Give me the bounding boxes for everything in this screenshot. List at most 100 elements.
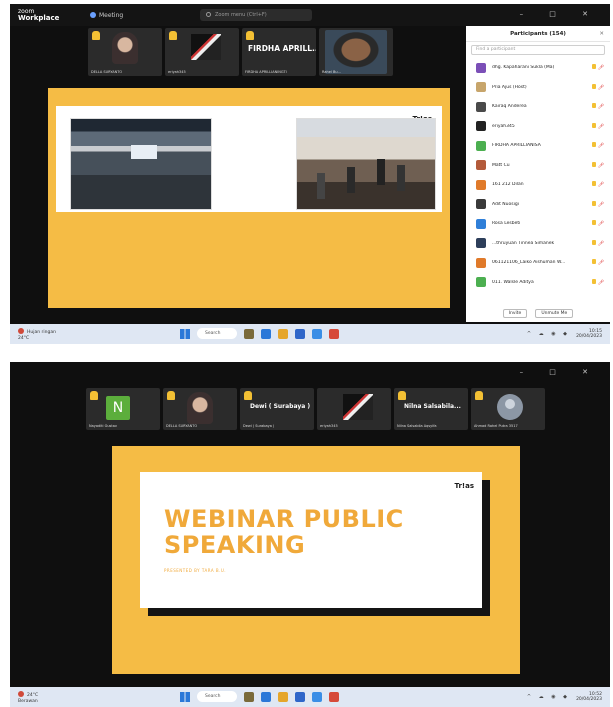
participant-name: Pria Ajus (Host) [492,84,527,90]
participant-avatar [476,277,486,288]
video-tile[interactable]: DELLA SURYANTO [163,388,237,430]
folder-icon[interactable] [278,328,288,339]
raised-hand-icon [591,278,596,284]
participant-avatar [476,218,486,229]
video-tile[interactable]: DELLA SURYANTO [88,28,162,76]
video-tile[interactable]: Nilna Salsabila... Nilna Salsabila Aqsyi… [394,388,468,430]
participant-name: Kairaq Anderea [492,104,527,110]
trias-logo: Tr!as [454,482,474,490]
clock[interactable]: 10:15 20/04/2023 [576,329,602,339]
weather-text: Hujan ringan [27,330,56,335]
participant-status-icons: 🎤︎ [591,278,604,286]
participant-avatar [476,160,486,171]
participant-row[interactable]: Pria Ajus (Host) 🎤︎ [466,78,610,98]
close-icon[interactable]: ✕ [599,26,604,42]
participant-status-icons: 🎤︎ [591,64,604,71]
participant-row[interactable]: Kairaq Anderea 🎤︎ [466,97,610,117]
zoom-title-bar: – □ ✕ [10,362,610,384]
chrome-icon[interactable] [329,691,339,702]
participant-row[interactable]: 061121106_Laiko Aishuman W... 🎤︎ [466,253,610,273]
weather-temp: 24°C [27,693,39,698]
participant-row[interactable]: dhg. Kapaharani Sukla (Ma) 🎤︎ [466,58,610,78]
participant-row[interactable]: ...thruyuan Tinnea Simanek 🎤︎ [466,234,610,254]
store-icon[interactable] [295,691,305,702]
participant-video [112,32,138,64]
participants-header: Participants (154) ✕ [466,26,610,42]
clock-date: 20/04/2023 [576,334,602,339]
participant-name: Matt Cu [492,162,510,168]
participant-video [325,30,387,74]
raised-hand-icon [591,142,596,147]
panel-actions: Invite Unmute Me [466,309,610,318]
participant-search-input[interactable]: Find a participant [471,45,605,55]
window-controls[interactable]: – □ ✕ [520,10,600,18]
participant-name: Rosa Lesbeti [492,221,521,227]
muted-mic-icon: 🎤︎ [597,162,604,169]
raised-hand-icon [591,239,596,245]
participant-status-icons: 🎤︎ [591,259,604,266]
tile-name: eriyah345 [320,424,338,428]
tile-name: DELLA SURYANTO [166,424,198,428]
system-tray[interactable]: ^ ☁ ◉ ◆ [527,694,570,700]
zoom-app-icon[interactable] [312,691,322,702]
participant-row[interactable]: 161 212 Dilan 🎤︎ [466,175,610,195]
video-tile[interactable]: eriyah345 [317,388,391,430]
muted-mic-icon: 🎤︎ [597,221,604,227]
raised-hand-icon [591,64,596,69]
participant-row[interactable]: Adit Nuosigi 🎤︎ [466,195,610,215]
classroom-photo [70,118,212,210]
video-tile[interactable]: Rahel Bu... [319,28,393,76]
weather-widget[interactable]: 24°C Berawan [18,691,38,704]
windows-start-icon[interactable] [180,691,190,702]
file-explorer-icon[interactable] [244,691,254,702]
raised-hand-icon [246,31,254,40]
participant-name: 161 212 Dilan [492,182,524,188]
participant-avatar [476,101,486,112]
slide-title-line1: WEBINAR PUBLIC [164,505,404,533]
folder-icon[interactable] [278,691,288,702]
muted-mic-icon: 🎤︎ [597,240,604,247]
search-input[interactable]: Zoom menu (Ctrl+F) [200,9,312,21]
edge-icon[interactable] [261,691,271,702]
store-icon[interactable] [295,328,305,339]
system-tray[interactable]: ^ ☁ ◉ ◆ [527,331,570,337]
participant-status-icons: 🎤︎ [591,122,604,130]
taskbar-search[interactable]: Search [197,328,237,339]
participant-video [191,34,221,60]
file-explorer-icon[interactable] [244,328,254,339]
weather-icon [18,691,24,697]
participant-name: 061121106_Laiko Aishuman W... [492,260,566,266]
participant-row[interactable]: Rosa Lesbeti 🎤︎ [466,214,610,234]
video-tile[interactable]: FIRDHA APRILL... FIRDHA APRILLIANINGTI [242,28,316,76]
video-tile[interactable]: N Nayaditi Gustav [86,388,160,430]
meeting-info-button[interactable]: Meeting [90,12,123,19]
tile-name: Dewi ( Surabaya ) [243,424,275,428]
participant-avatar [476,62,486,73]
taskbar-search[interactable]: Search [197,691,237,702]
weather-widget[interactable]: Hujan ringan 24°C [18,328,56,341]
raised-hand-icon [591,220,596,225]
edge-icon[interactable] [261,328,271,339]
participant-row[interactable]: Matt Cu 🎤︎ [466,156,610,176]
participant-row[interactable]: eriyah345 🎤︎ [466,117,610,137]
weather-temp: 24°C [18,335,30,341]
window-controls[interactable]: – □ ✕ [520,368,600,376]
seminar-photo [296,118,436,210]
slide-title-line2: SPEAKING [164,531,306,559]
participant-name: dhg. Kapaharani Sukla (Ma) [492,65,555,71]
tile-name: eriyah345 [168,70,186,74]
clock[interactable]: 10:52 20/04/2023 [576,692,602,702]
tile-name: Rahel Bu... [322,70,341,74]
invite-button[interactable]: Invite [502,309,528,318]
participant-row[interactable]: FIRDHA APRILLIANISA 🎤︎ [466,136,610,156]
unmute-me-button[interactable]: Unmute Me [535,309,574,318]
tile-display-name: Nilna Salsabila... [404,403,461,410]
video-tile[interactable]: eriyah345 [165,28,239,76]
zoom-app-icon[interactable] [312,328,322,339]
windows-start-icon[interactable] [180,328,190,339]
muted-mic-icon: 🎤︎ [597,182,604,188]
participant-row[interactable]: 011. Walsle Aditya 🎤︎ [466,273,610,293]
video-tile[interactable]: Ahmad Rahel Putra 3517 [471,388,545,430]
video-tile[interactable]: Dewi ( Surabaya ) Dewi ( Surabaya ) [240,388,314,430]
chrome-icon[interactable] [329,328,339,339]
